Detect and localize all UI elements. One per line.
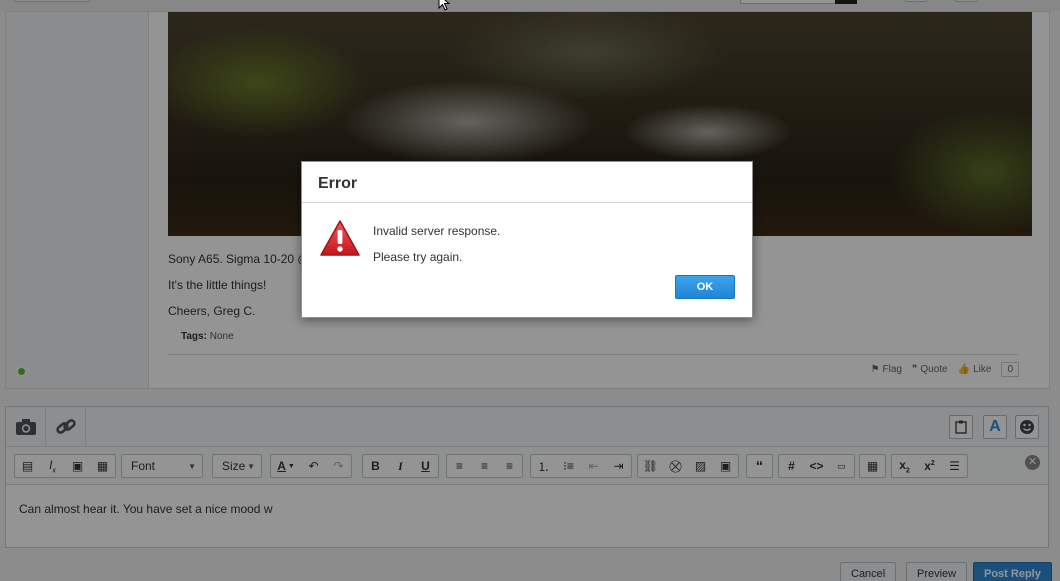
dialog-divider — [302, 202, 752, 203]
mouse-cursor-icon — [438, 0, 451, 11]
dialog-message-line1: Invalid server response. — [373, 224, 501, 238]
dialog-title: Error — [318, 175, 358, 192]
warning-icon — [320, 220, 360, 256]
error-dialog: Error Invalid server response. Please tr… — [301, 161, 753, 318]
dialog-message-line2: Please try again. — [373, 250, 463, 264]
ok-button[interactable]: OK — [675, 275, 735, 299]
